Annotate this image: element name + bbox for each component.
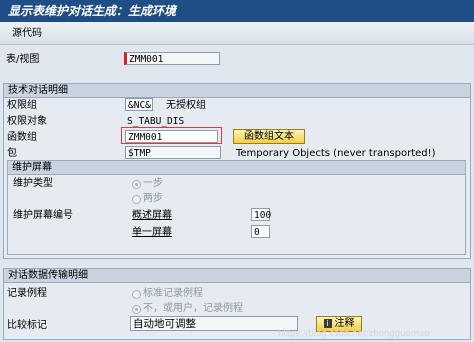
- transport-details-title: 对话数据传输明细: [4, 269, 470, 283]
- single-screen-label: 单一屏幕: [132, 227, 172, 238]
- maint-screen-title: 维护屏幕: [8, 161, 465, 175]
- maint-screen-group: 维护屏幕: [7, 160, 466, 255]
- watermark: https://blog.csdn.net/zhongguomao: [278, 329, 430, 339]
- auth-group-field[interactable]: &NC&: [125, 98, 153, 111]
- two-step-radio[interactable]: [132, 195, 141, 204]
- package-label: 包: [7, 148, 17, 159]
- compare-flag-field[interactable]: 自动地可调整: [130, 316, 298, 331]
- function-group-field[interactable]: ZMM001: [125, 130, 218, 143]
- maint-type-label: 维护类型: [13, 178, 53, 189]
- auth-object-label: 权限对象: [7, 116, 47, 127]
- no-user-routine-label: 不，或用户，记录例程: [143, 303, 243, 314]
- package-field[interactable]: $TMP: [125, 146, 221, 159]
- table-view-field[interactable]: ZMM001: [124, 52, 220, 65]
- tech-details-title: 技术对话明细: [4, 84, 470, 98]
- standard-routine-radio[interactable]: [132, 290, 141, 299]
- record-routine-label: 记录例程: [7, 288, 47, 299]
- window-title: 显示表维护对话生成：生成环境: [0, 0, 474, 22]
- auth-group-desc: 无授权组: [166, 100, 206, 111]
- overview-screen-label: 概述屏幕: [132, 210, 172, 221]
- auth-group-label: 权限组: [7, 100, 37, 111]
- two-step-label: 两步: [143, 193, 163, 204]
- one-step-label: 一步: [143, 178, 163, 189]
- no-user-routine-radio[interactable]: [132, 305, 141, 314]
- compare-flag-label: 比较标记: [7, 320, 47, 331]
- one-step-radio[interactable]: [132, 180, 141, 189]
- function-group-text-button[interactable]: 函数组文本: [233, 129, 305, 144]
- package-desc: Temporary Objects (never transported!): [236, 148, 436, 159]
- function-group-label: 函数组: [7, 132, 37, 143]
- application-toolbar: 源代码: [0, 22, 474, 45]
- table-view-label: 表/视图: [6, 54, 40, 65]
- overview-screen-field[interactable]: 100: [251, 208, 271, 221]
- screen-number-label: 维护屏幕编号: [13, 210, 73, 221]
- standard-routine-label: 标准记录例程: [143, 288, 203, 299]
- single-screen-field[interactable]: 0: [251, 225, 270, 238]
- source-code-button[interactable]: 源代码: [6, 25, 48, 43]
